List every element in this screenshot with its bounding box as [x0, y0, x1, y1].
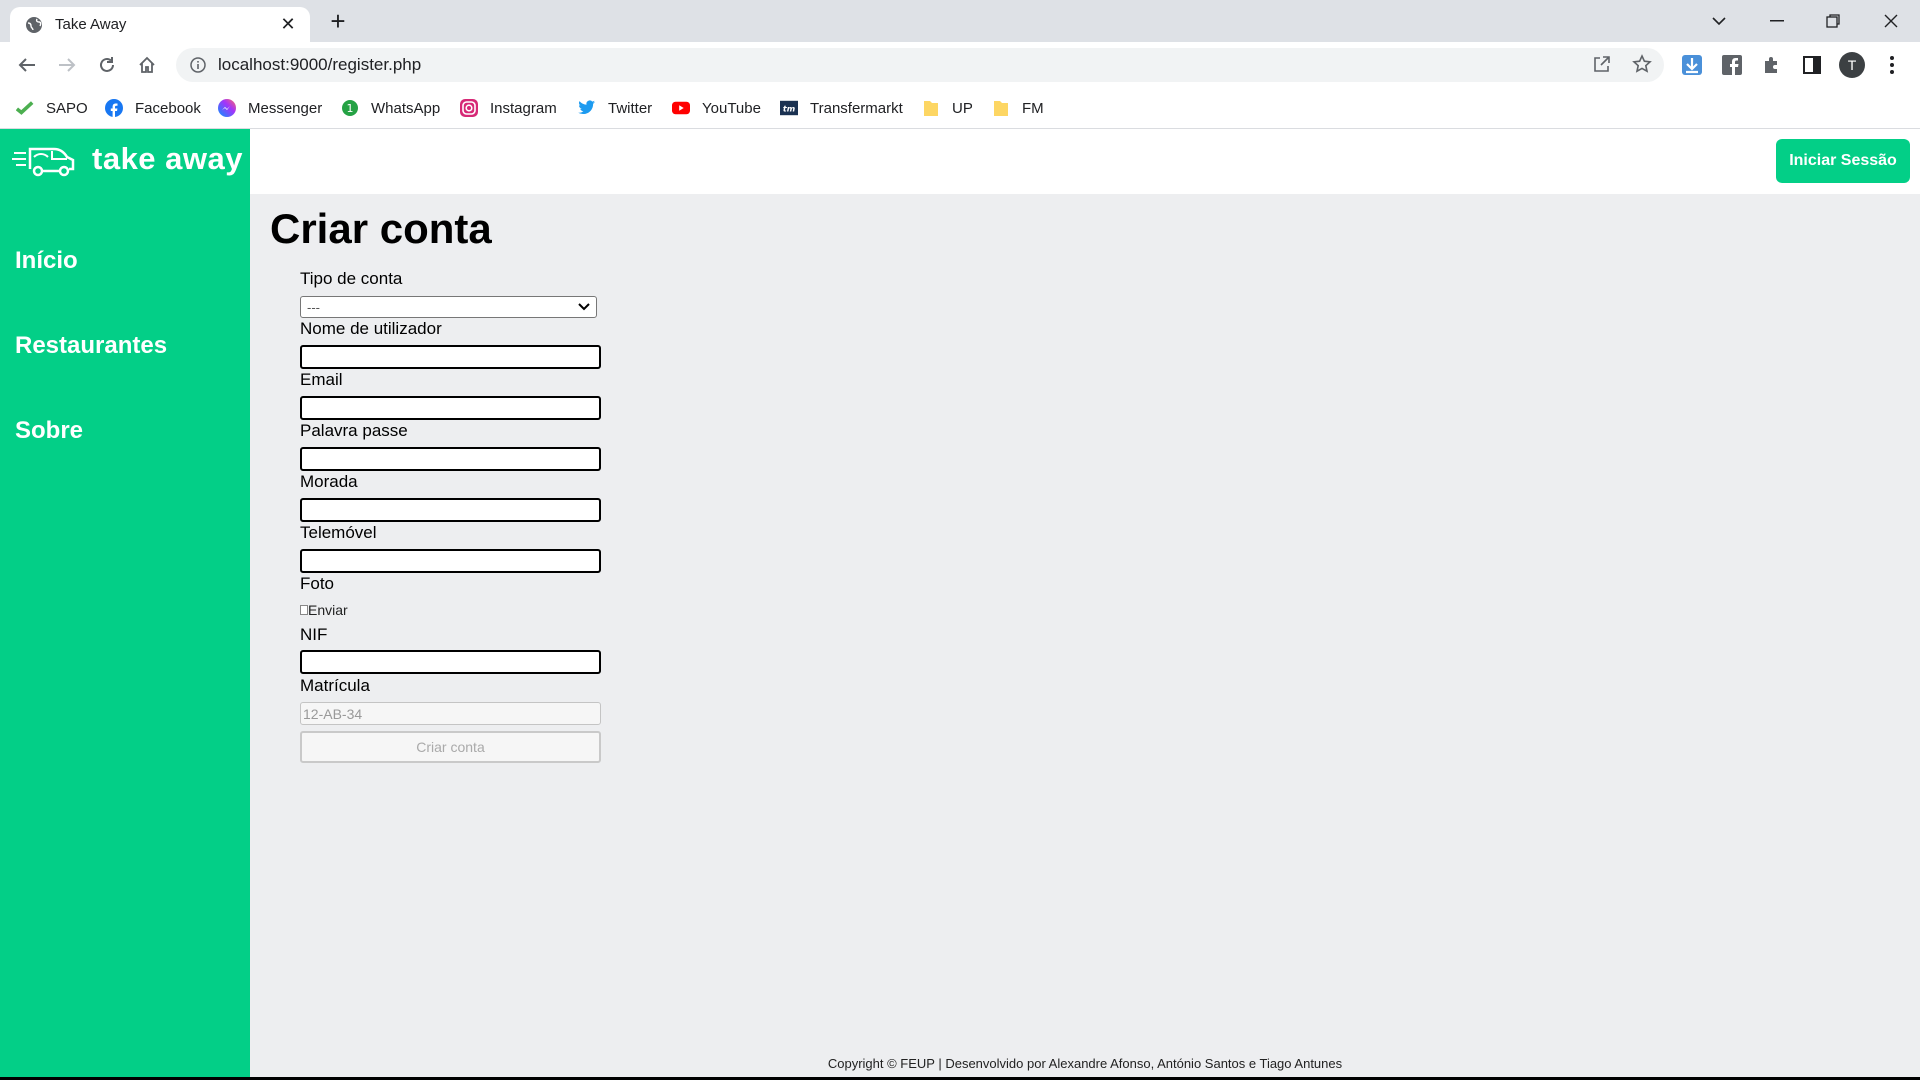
bookmark-sapo[interactable]: SAPO — [16, 97, 88, 119]
info-icon[interactable] — [190, 57, 206, 73]
transfermarkt-icon: tm — [780, 99, 798, 117]
youtube-icon — [672, 99, 690, 117]
bookmark-label: SAPO — [46, 99, 88, 117]
photo-label: Foto — [300, 574, 335, 593]
username-input[interactable] — [300, 345, 601, 369]
bookmark-label: WhatsApp — [371, 99, 441, 117]
extensions-puzzle-icon[interactable] — [1758, 51, 1786, 79]
reload-icon[interactable] — [93, 51, 121, 79]
close-window-icon[interactable] — [1876, 6, 1906, 36]
bookmark-youtube[interactable]: YouTube — [672, 97, 761, 119]
facebook-icon — [105, 99, 123, 117]
nif-label: NIF — [300, 625, 328, 644]
tab-search-chevron-icon[interactable] — [1704, 6, 1734, 36]
new-tab-icon[interactable]: + — [326, 8, 350, 34]
address-label: Morada — [300, 472, 358, 491]
phone-label: Telemóvel — [300, 523, 377, 542]
bookmark-transfermarkt[interactable]: tm Transfermarkt — [780, 97, 903, 119]
sapo-icon — [16, 99, 34, 117]
password-label: Palavra passe — [300, 421, 408, 440]
url-text: localhost:9000/register.php — [218, 55, 422, 74]
folder-icon — [992, 99, 1010, 117]
nav-item-inicio[interactable]: Início — [15, 247, 78, 275]
globe-icon — [26, 16, 42, 33]
bookmark-label: FM — [1022, 99, 1044, 117]
bookmark-twitter[interactable]: Twitter — [578, 97, 652, 119]
bookmarks-bar: SAPO Facebook Messenger 1 WhatsApp Insta… — [0, 88, 1920, 129]
bookmark-label: Twitter — [608, 99, 653, 117]
bookmark-star-icon[interactable] — [1628, 50, 1656, 78]
bookmark-label: UP — [952, 99, 973, 117]
profile-avatar[interactable]: T — [1838, 51, 1866, 79]
plate-placeholder: 12-AB-34 — [303, 705, 363, 722]
restore-icon[interactable] — [1818, 6, 1848, 36]
browser-tab[interactable]: Take Away ✕ — [10, 7, 310, 42]
page-title: Criar conta — [270, 205, 492, 252]
more-menu-icon[interactable] — [1878, 51, 1906, 79]
browser-tab-strip: Take Away ✕ + — [0, 0, 1920, 42]
plate-label: Matrícula — [300, 676, 370, 695]
photo-alt-text: Enviar — [308, 602, 348, 618]
username-label: Nome de utilizador — [300, 319, 442, 338]
bookmark-folder-up[interactable]: UP — [922, 97, 973, 119]
tab-title: Take Away — [55, 16, 127, 33]
download-extension-icon[interactable] — [1678, 51, 1706, 79]
share-icon[interactable] — [1588, 50, 1616, 78]
address-input[interactable] — [300, 498, 601, 522]
brand-name: take away — [92, 141, 243, 176]
address-bar[interactable]: localhost:9000/register.php — [176, 48, 1664, 82]
delivery-van-icon — [12, 147, 75, 177]
nav-item-restaurantes[interactable]: Restaurantes — [15, 332, 167, 360]
bookmark-whatsapp[interactable]: 1 WhatsApp — [341, 97, 440, 119]
twitter-icon — [578, 99, 596, 117]
email-input[interactable] — [300, 396, 601, 420]
sidebar: take away Início Restaurantes Sobre — [0, 129, 250, 1080]
home-icon[interactable] — [133, 51, 161, 79]
profile-initial: T — [1839, 52, 1865, 78]
page-viewport: take away Início Restaurantes Sobre Inic… — [0, 129, 1920, 1080]
back-icon[interactable] — [13, 51, 41, 79]
account-type-label: Tipo de conta — [300, 269, 403, 288]
photo-upload-image[interactable]: Enviar — [300, 602, 348, 618]
close-tab-icon[interactable]: ✕ — [276, 13, 300, 37]
account-type-select[interactable]: --- — [300, 296, 597, 318]
svg-text:tm: tm — [783, 104, 795, 114]
create-account-button[interactable]: Criar conta — [300, 731, 601, 763]
phone-input[interactable] — [300, 549, 601, 573]
bookmark-facebook[interactable]: Facebook — [105, 97, 201, 119]
browser-toolbar: localhost:9000/register.php T — [0, 42, 1920, 88]
top-bar: Iniciar Sessão — [250, 129, 1920, 194]
folder-icon — [922, 99, 940, 117]
plate-input[interactable]: 12-AB-34 — [300, 702, 601, 725]
side-panel-icon[interactable] — [1798, 51, 1826, 79]
bookmark-label: Facebook — [135, 99, 201, 117]
bookmark-label: Messenger — [248, 99, 323, 117]
brand-logo[interactable]: take away — [12, 137, 243, 181]
bookmark-folder-fm[interactable]: FM — [992, 97, 1044, 119]
nav-item-sobre[interactable]: Sobre — [15, 417, 83, 445]
login-button[interactable]: Iniciar Sessão — [1776, 139, 1910, 183]
minimize-icon[interactable] — [1762, 6, 1792, 36]
footer-copyright: Copyright © FEUP | Desenvolvido por Alex… — [827, 1056, 1343, 1071]
facebook-extension-icon[interactable] — [1718, 51, 1746, 79]
bookmark-messenger[interactable]: Messenger — [218, 97, 322, 119]
forward-icon[interactable] — [53, 51, 81, 79]
nif-input[interactable] — [300, 650, 601, 674]
svg-text:1: 1 — [347, 102, 354, 115]
account-type-value: --- — [307, 299, 320, 315]
bookmark-label: Instagram — [490, 99, 557, 117]
password-input[interactable] — [300, 447, 601, 471]
bookmark-label: Transfermarkt — [810, 99, 903, 117]
messenger-icon — [218, 99, 236, 117]
broken-image-icon — [300, 605, 308, 615]
instagram-icon — [460, 99, 478, 117]
email-label: Email — [300, 370, 343, 389]
bookmark-instagram[interactable]: Instagram — [460, 97, 557, 119]
bookmark-label: YouTube — [702, 99, 761, 117]
chevron-down-icon — [578, 303, 590, 311]
whatsapp-icon: 1 — [341, 99, 359, 117]
